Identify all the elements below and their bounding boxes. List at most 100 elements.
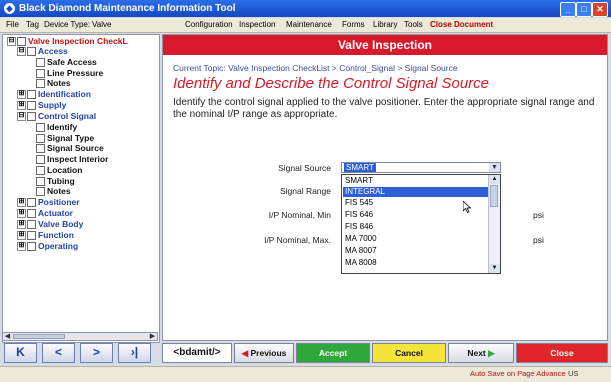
tree-item-notes-2[interactable]: Notes xyxy=(36,186,71,197)
dropdown-option[interactable]: FIS 846 xyxy=(343,222,489,232)
signal-source-select[interactable]: SMART ▼ xyxy=(341,162,501,173)
tree-item-identify[interactable]: Identify xyxy=(36,122,77,133)
checkbox-icon[interactable] xyxy=(27,47,36,57)
checkbox-icon[interactable] xyxy=(36,58,45,68)
dropdown-option[interactable]: MA 7000 xyxy=(343,234,489,244)
tree-item-function[interactable]: ⊞ Function xyxy=(17,230,74,241)
tree-item-control-signal[interactable]: ⊟ Control Signal xyxy=(17,111,96,122)
mouse-cursor-icon xyxy=(463,201,471,213)
menu-device-type[interactable]: Device Type: xyxy=(44,20,90,29)
checkbox-icon[interactable] xyxy=(27,112,36,122)
tree-item-signal-type[interactable]: Signal Type xyxy=(36,133,94,144)
dropdown-scrollbar[interactable]: ▲ ▼ xyxy=(488,175,500,273)
first-page-button[interactable]: K xyxy=(4,343,37,363)
next-button[interactable]: Next ▶ xyxy=(448,343,514,363)
tree-item-notes[interactable]: Notes xyxy=(36,78,71,89)
tree-item-tubing[interactable]: Tubing xyxy=(36,176,75,187)
tree-item-identification[interactable]: ⊞ Identification xyxy=(17,89,91,100)
menu-close-document[interactable]: Close Document xyxy=(430,20,493,29)
menu-inspection[interactable]: Inspection xyxy=(239,20,275,29)
checkbox-icon[interactable] xyxy=(36,187,45,197)
accept-button[interactable]: Accept xyxy=(296,343,370,363)
checkbox-icon[interactable] xyxy=(36,134,45,144)
minimize-button[interactable]: _ xyxy=(560,2,576,17)
expand-icon[interactable]: ⊞ xyxy=(17,231,26,241)
checkbox-icon[interactable] xyxy=(36,177,45,187)
panel-header: Valve Inspection xyxy=(163,35,607,55)
dropdown-option[interactable]: MA 8007 xyxy=(343,246,489,256)
checklist-tree: ⊟ Valve Inspection CheckL ⊟ Access Safe Ac… xyxy=(2,34,160,343)
menu-file[interactable]: File xyxy=(6,20,19,29)
checkbox-icon[interactable] xyxy=(36,123,45,133)
menu-tools[interactable]: Tools xyxy=(404,20,423,29)
tree-item-line-pressure[interactable]: Line Pressure xyxy=(36,68,103,79)
next-page-button[interactable]: > xyxy=(80,343,113,363)
tree-item-safe-access[interactable]: Safe Access xyxy=(36,57,97,68)
expand-icon[interactable]: ⊞ xyxy=(17,101,26,111)
collapse-icon[interactable]: ⊟ xyxy=(17,112,26,122)
scroll-left-icon[interactable]: ◀ xyxy=(3,333,12,340)
checkbox-icon[interactable] xyxy=(36,166,45,176)
scroll-up-icon[interactable]: ▲ xyxy=(489,175,500,184)
expand-icon[interactable]: ⊞ xyxy=(17,242,26,252)
collapse-icon[interactable]: ⊟ xyxy=(17,47,26,57)
scroll-thumb[interactable] xyxy=(13,334,65,339)
signal-source-value: SMART xyxy=(344,163,376,172)
expand-icon[interactable]: ⊞ xyxy=(17,90,26,100)
previous-page-button[interactable]: < xyxy=(42,343,75,363)
menu-library[interactable]: Library xyxy=(373,20,397,29)
chevron-down-icon[interactable]: ▼ xyxy=(489,163,500,172)
checkbox-icon[interactable] xyxy=(27,101,36,111)
inspection-panel: Valve Inspection Current Topic: Valve In… xyxy=(162,34,608,341)
previous-button[interactable]: ◀ Previous xyxy=(234,343,294,363)
menu-maintenance[interactable]: Maintenance xyxy=(286,20,332,29)
scroll-right-icon[interactable]: ▶ xyxy=(148,333,157,340)
cancel-button[interactable]: Cancel xyxy=(372,343,446,363)
expand-icon[interactable]: ⊞ xyxy=(17,198,26,208)
ip-min-label: I/P Nominal, Min xyxy=(268,210,331,220)
checkbox-icon[interactable] xyxy=(27,90,36,100)
device-type-value: Valve xyxy=(92,20,112,29)
checkbox-icon[interactable] xyxy=(27,198,36,208)
arrow-left-icon: ◀ xyxy=(241,348,251,358)
tree-item-valve-inspection[interactable]: ⊟ Valve Inspection CheckL xyxy=(7,36,128,47)
dropdown-option[interactable]: SMART xyxy=(343,176,489,186)
checkbox-icon[interactable] xyxy=(36,69,45,79)
menu-configuration[interactable]: Configuration xyxy=(185,20,233,29)
checkbox-icon[interactable] xyxy=(27,242,36,252)
checkbox-icon[interactable] xyxy=(27,220,36,230)
tree-item-actuator[interactable]: ⊞ Actuator xyxy=(17,208,73,219)
close-button[interactable]: Close xyxy=(516,343,608,363)
scroll-down-icon[interactable]: ▼ xyxy=(489,264,500,273)
checkbox-icon[interactable] xyxy=(36,79,45,89)
menu-forms[interactable]: Forms xyxy=(342,20,365,29)
dropdown-option-selected[interactable]: INTEGRAL xyxy=(343,187,489,197)
expand-icon[interactable]: ⊞ xyxy=(17,209,26,219)
dropdown-option[interactable]: MA 8008 xyxy=(343,258,489,268)
tree-item-supply[interactable]: ⊞ Supply xyxy=(17,100,66,111)
checkbox-icon[interactable] xyxy=(36,155,45,165)
collapse-icon[interactable]: ⊟ xyxy=(7,37,16,47)
menu-tag[interactable]: Tag xyxy=(26,20,39,29)
tree-item-positioner[interactable]: ⊞ Positioner xyxy=(17,197,80,208)
checkbox-icon[interactable] xyxy=(36,144,45,154)
window-title: Black Diamond Maintenance Information To… xyxy=(19,3,236,14)
last-page-button[interactable]: ›| xyxy=(118,343,151,363)
checkbox-icon[interactable] xyxy=(27,209,36,219)
tree-item-operating[interactable]: ⊞ Operating xyxy=(17,241,78,252)
dropdown-scroll-thumb[interactable] xyxy=(490,185,498,207)
tree-item-valve-body[interactable]: ⊞ Valve Body xyxy=(17,219,83,230)
tree-item-access[interactable]: ⊟ Access xyxy=(17,46,68,57)
close-window-button[interactable]: ✕ xyxy=(592,2,608,17)
maximize-button[interactable]: □ xyxy=(576,2,592,17)
tree-horizontal-scrollbar[interactable]: ◀ ▶ xyxy=(2,332,158,341)
instructions-text: Identify the control signal applied to t… xyxy=(173,97,595,120)
bdamit-logo-button[interactable]: <bdamit/> xyxy=(162,343,232,363)
signal-source-dropdown[interactable]: SMART INTEGRAL FIS 545 FIS 646 FIS 846 M… xyxy=(341,174,501,274)
checkbox-icon[interactable] xyxy=(27,231,36,241)
tree-item-signal-source[interactable]: Signal Source xyxy=(36,143,104,154)
checkbox-icon[interactable] xyxy=(17,37,26,47)
tree-item-inspect-interior[interactable]: Inspect Interior xyxy=(36,154,108,165)
expand-icon[interactable]: ⊞ xyxy=(17,220,26,230)
tree-item-location[interactable]: Location xyxy=(36,165,82,176)
